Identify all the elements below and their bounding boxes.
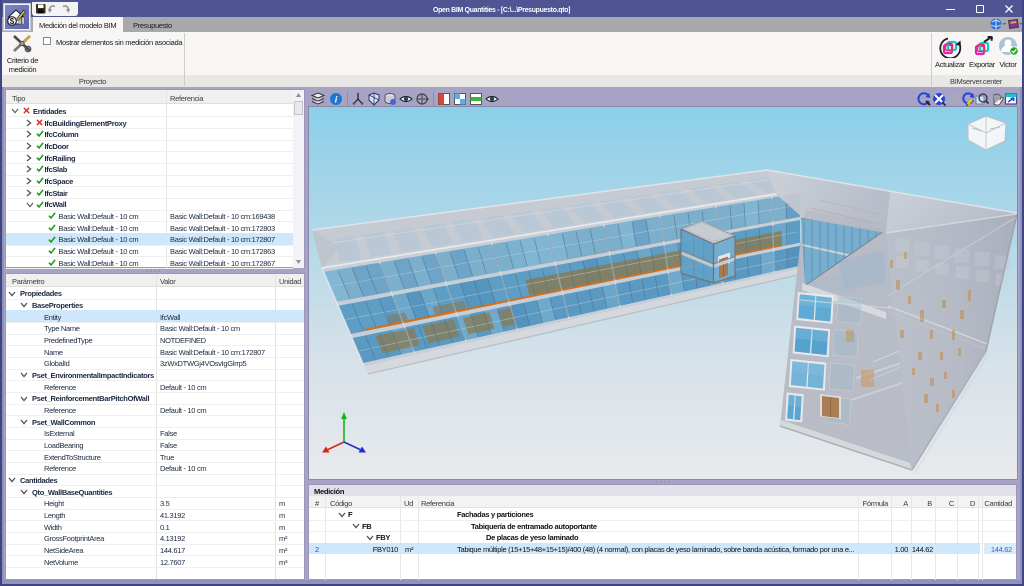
svg-text:$: $ (10, 17, 15, 26)
